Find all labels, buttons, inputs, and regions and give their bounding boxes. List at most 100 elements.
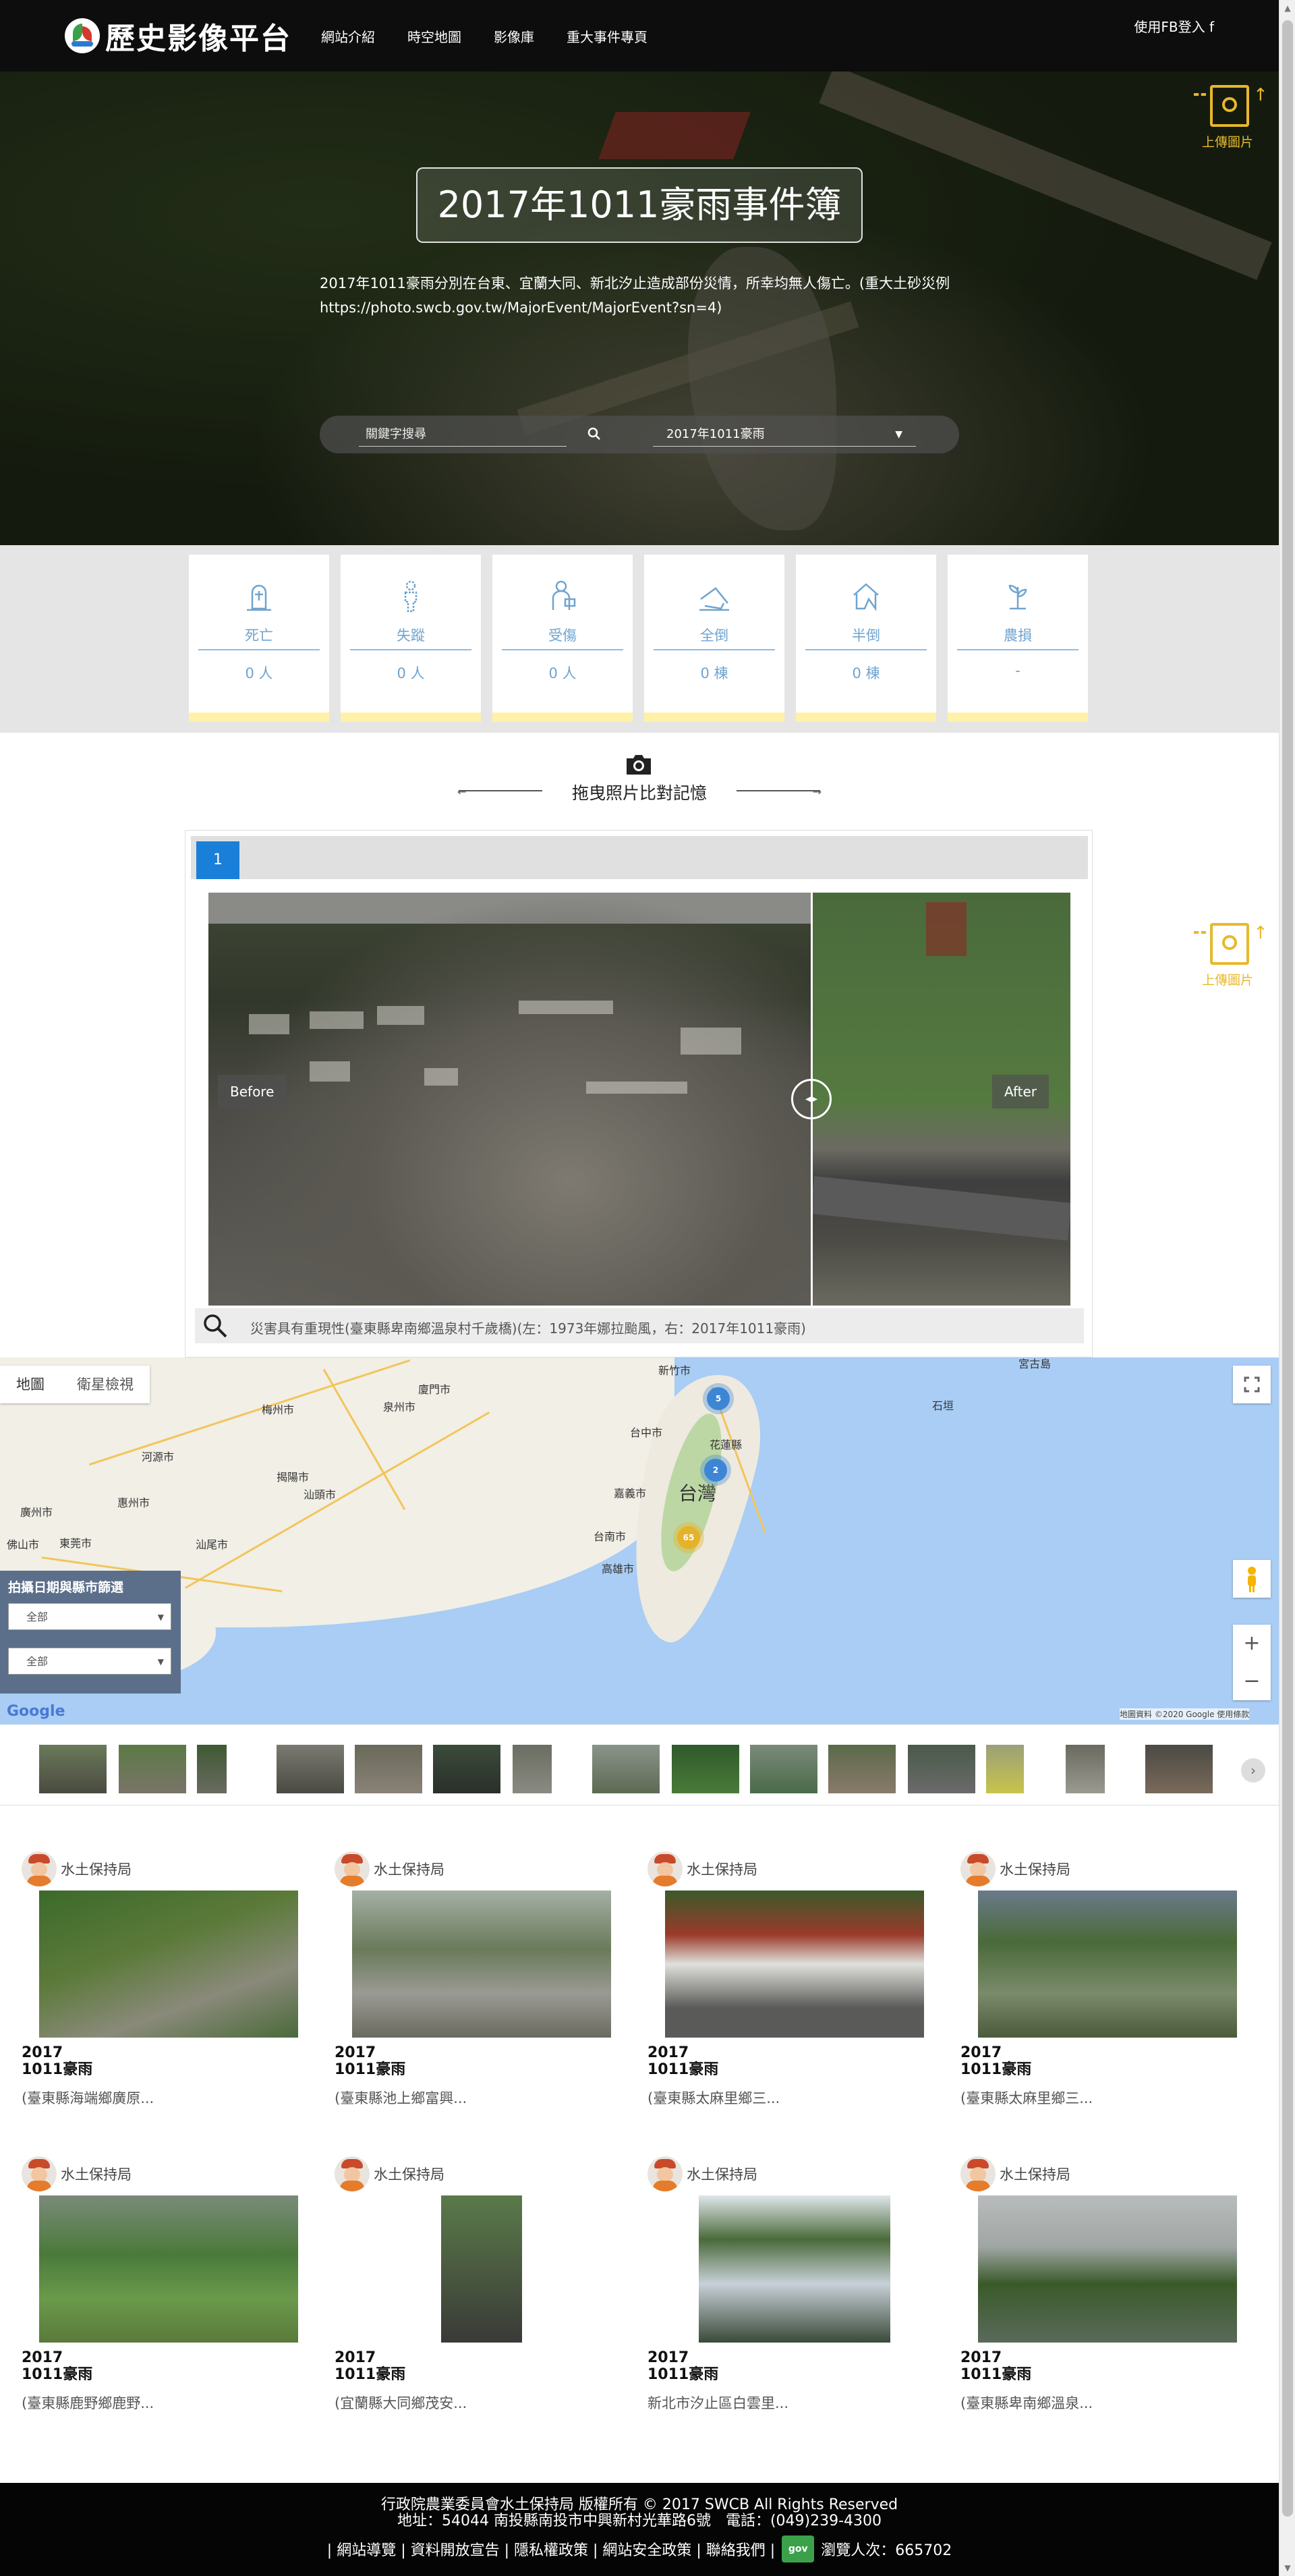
tab-1[interactable]: 1 <box>196 841 239 879</box>
author-name: 水土保持局 <box>687 1861 757 1878</box>
before-after-slider[interactable]: ◂▸ Before After <box>208 893 1070 1306</box>
card-author[interactable]: 水土保持局 <box>960 2155 1070 2193</box>
zoom-in-button[interactable]: + <box>1233 1625 1271 1662</box>
map-label: 汕頭市 <box>304 1488 337 1501</box>
card-location[interactable]: (臺東縣太麻里鄉三... <box>648 2088 780 2108</box>
avatar <box>648 1851 683 1886</box>
card-photo[interactable] <box>352 1891 611 2038</box>
stat-label: 全倒 <box>700 627 728 644</box>
card-photo[interactable] <box>699 2195 890 2343</box>
thumbnail[interactable] <box>1066 1745 1105 1793</box>
card-author[interactable]: 水土保持局 <box>335 1850 444 1888</box>
scroll-down-icon[interactable]: ▼ <box>1279 2560 1295 2576</box>
scroll-up-icon[interactable]: ▲ <box>1279 0 1295 16</box>
map-cluster-marker[interactable]: 65 <box>677 1526 700 1549</box>
card-location[interactable]: (宜蘭縣大同鄉茂安... <box>335 2392 467 2413</box>
card-photo[interactable] <box>978 2195 1237 2343</box>
card-photo[interactable] <box>39 1891 298 2038</box>
thumbnail[interactable] <box>277 1745 344 1793</box>
card-location[interactable]: (臺東縣卑南鄉溫泉... <box>960 2392 1093 2413</box>
card-location[interactable]: 新北市汐止區白雲里... <box>648 2392 788 2413</box>
photo-map[interactable]: 新竹市 台中市 花蓮縣 嘉義市 台南市 高雄市 廈門市 泉州市 梅州市 河源市 … <box>0 1357 1279 1725</box>
date-filter-select[interactable]: 全部 ▼ <box>8 1603 171 1630</box>
top-navbar: 歷史影像平台 網站介紹 時空地圖 影像庫 重大事件專頁 使用FB登入 f <box>0 0 1279 72</box>
thumbnail[interactable] <box>908 1745 975 1793</box>
menu-spacetime-map[interactable]: 時空地圖 <box>407 26 461 46</box>
card-photo[interactable] <box>665 1891 924 2038</box>
card-author[interactable]: 水土保持局 <box>960 1850 1070 1888</box>
photo-card[interactable]: 水土保持局 2017 1011豪雨 (宜蘭縣大同鄉茂安... <box>335 2155 618 2445</box>
search-icon[interactable] <box>587 426 602 441</box>
chevron-right-icon[interactable]: › <box>1241 1758 1265 1783</box>
card-date: 2017 1011豪雨 <box>648 2349 718 2383</box>
magnifier-icon[interactable] <box>202 1312 229 1339</box>
menu-image-library[interactable]: 影像庫 <box>494 26 534 46</box>
map-attribution[interactable]: 地圖資料 ©2020 Google 使用條款 <box>1120 1708 1250 1720</box>
thumbnail[interactable] <box>750 1745 817 1793</box>
card-location[interactable]: (臺東縣池上鄉富興... <box>335 2088 467 2108</box>
street-view-pegman[interactable] <box>1233 1560 1271 1598</box>
date-county-filter: 拍攝日期與縣市篩選 全部 ▼ 全部 ▼ <box>0 1571 181 1693</box>
card-author[interactable]: 水土保持局 <box>648 1850 757 1888</box>
menu-major-events[interactable]: 重大事件專頁 <box>567 26 648 46</box>
thumbnail[interactable] <box>828 1745 896 1793</box>
chevron-down-icon: ▼ <box>895 429 902 440</box>
fb-login-link[interactable]: 使用FB登入 f <box>1134 16 1214 36</box>
footer-links[interactable]: | 網站導覽 | 資料開放宣告 | 隱私權政策 | 網站安全政策 | 聯絡我們 … <box>327 2538 775 2560</box>
card-author[interactable]: 水土保持局 <box>22 1850 132 1888</box>
stat-card-missing: 失蹤 0 人 <box>341 555 481 722</box>
map-type-roadmap[interactable]: 地圖 <box>0 1366 61 1403</box>
map-type-satellite[interactable]: 衛星檢視 <box>61 1366 150 1403</box>
photo-card[interactable]: 水土保持局 2017 1011豪雨 (臺東縣海端鄉廣原... <box>22 1850 305 2140</box>
thumbnail[interactable] <box>119 1745 186 1793</box>
card-event: 1011豪雨 <box>648 2061 719 2078</box>
filter-title: 拍攝日期與縣市篩選 <box>8 1580 124 1595</box>
menu-about[interactable]: 網站介紹 <box>321 26 375 46</box>
site-logo[interactable]: 歷史影像平台 <box>65 14 291 57</box>
county-filter-select[interactable]: 全部 ▼ <box>8 1648 171 1675</box>
thumbnail[interactable] <box>672 1745 739 1793</box>
photo-card[interactable]: 水土保持局 2017 1011豪雨 (臺東縣太麻里鄉三... <box>648 1850 931 2140</box>
thumbnail[interactable] <box>1145 1745 1213 1793</box>
event-select-value: 2017年1011豪雨 <box>666 427 765 441</box>
fullscreen-icon <box>1244 1376 1260 1393</box>
drag-handle-icon[interactable]: ◂▸ <box>791 1079 832 1119</box>
keyword-search-input[interactable] <box>359 422 567 447</box>
card-author[interactable]: 水土保持局 <box>22 2155 132 2193</box>
map-country-label: 台灣 <box>679 1482 717 1505</box>
site-title[interactable]: 歷史影像平台 <box>105 14 291 57</box>
upload-image-button[interactable]: ↑ 上傳圖片 <box>1187 78 1268 152</box>
fullscreen-button[interactable] <box>1233 1366 1271 1403</box>
photo-card[interactable]: 水土保持局 2017 1011豪雨 (臺東縣太麻里鄉三... <box>960 1850 1244 2140</box>
thumbnail[interactable] <box>39 1745 107 1793</box>
card-author[interactable]: 水土保持局 <box>335 2155 444 2193</box>
zoom-out-button[interactable]: − <box>1233 1662 1271 1700</box>
photo-card[interactable]: 水土保持局 2017 1011豪雨 (臺東縣卑南鄉溫泉... <box>960 2155 1244 2445</box>
thumbnail[interactable] <box>592 1745 660 1793</box>
map-cluster-marker[interactable]: 5 <box>707 1387 730 1410</box>
card-author[interactable]: 水土保持局 <box>648 2155 757 2193</box>
event-select[interactable]: 2017年1011豪雨 ▼ <box>653 422 916 447</box>
map-cluster-marker[interactable]: 2 <box>704 1459 727 1482</box>
map-label: 惠州市 <box>117 1496 150 1509</box>
thumbnail[interactable] <box>513 1745 552 1793</box>
thumbnail[interactable] <box>433 1745 500 1793</box>
card-photo[interactable] <box>39 2195 298 2343</box>
page-scrollbar[interactable]: ▲ ▼ <box>1279 0 1295 2576</box>
thumbnail[interactable] <box>197 1745 227 1793</box>
card-location[interactable]: (臺東縣海端鄉廣原... <box>22 2088 154 2108</box>
gov-badge-icon[interactable]: gov <box>782 2536 815 2563</box>
card-location[interactable]: (臺東縣太麻里鄉三... <box>960 2088 1093 2108</box>
scroll-thumb[interactable] <box>1282 20 1293 2517</box>
map-label: 台中市 <box>630 1426 663 1439</box>
county-filter-value: 全部 <box>26 1655 49 1668</box>
thumbnail[interactable] <box>355 1745 422 1793</box>
card-photo[interactable] <box>441 2195 522 2343</box>
photo-card[interactable]: 水土保持局 2017 1011豪雨 (臺東縣池上鄉富興... <box>335 1850 618 2140</box>
photo-card[interactable]: 水土保持局 2017 1011豪雨新北市汐止區白雲里... <box>648 2155 931 2445</box>
thumbnail[interactable] <box>986 1745 1024 1793</box>
upload-image-button-float[interactable]: ↑ 上傳圖片 <box>1187 916 1268 990</box>
photo-card[interactable]: 水土保持局 2017 1011豪雨 (臺東縣鹿野鄉鹿野... <box>22 2155 305 2445</box>
card-location[interactable]: (臺東縣鹿野鄉鹿野... <box>22 2392 154 2413</box>
card-photo[interactable] <box>978 1891 1237 2038</box>
